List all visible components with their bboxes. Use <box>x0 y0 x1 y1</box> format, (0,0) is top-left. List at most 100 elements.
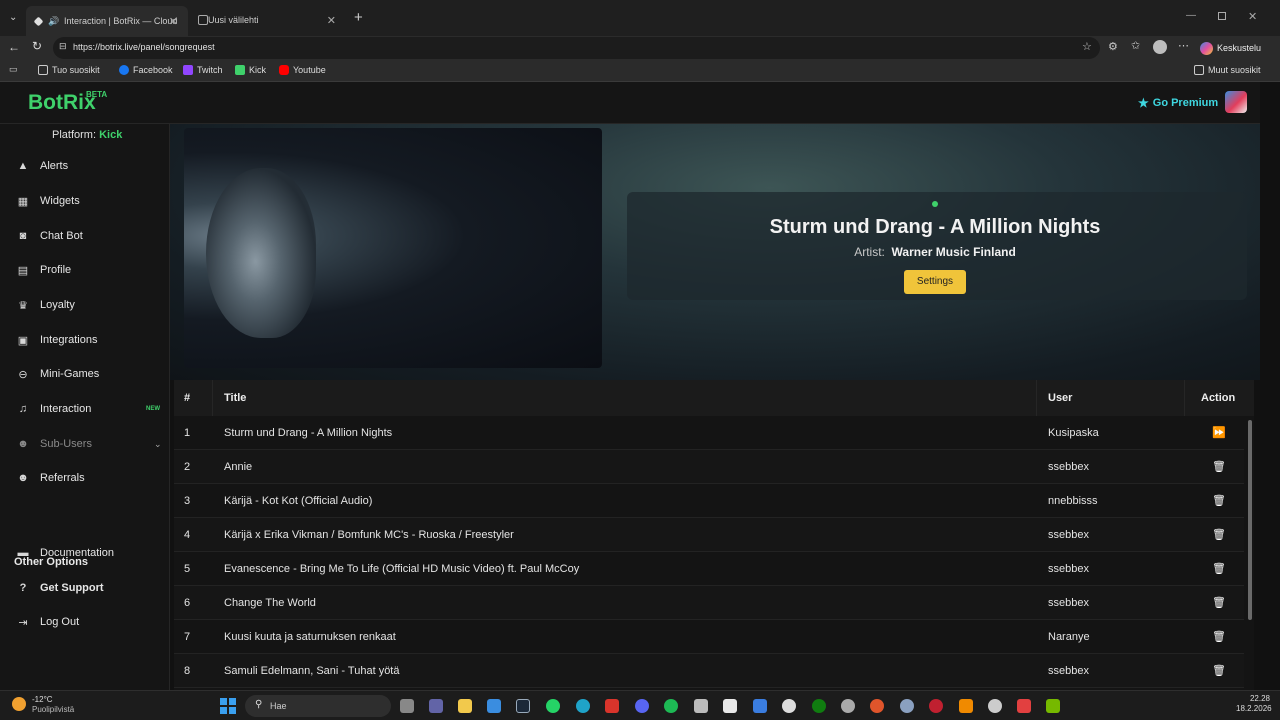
song-title: Sturm und Drang - A Million Nights <box>769 216 1101 238</box>
start-button[interactable] <box>220 698 236 714</box>
user-avatar[interactable] <box>1225 91 1247 113</box>
song-artist: Artist: Warner Music Finland <box>627 245 1243 259</box>
spotify-icon[interactable] <box>664 699 678 713</box>
beta-badge: BETA <box>86 90 108 99</box>
reload-icon[interactable]: ↻ <box>32 39 42 53</box>
trash-icon[interactable]: 🗑 <box>1212 528 1226 541</box>
tab-interaction[interactable]: 🔊 Interaction | BotRix — Cloud ✕ <box>26 6 188 36</box>
column-header-number: # <box>184 392 191 404</box>
notepad-icon[interactable] <box>723 699 737 713</box>
address-bar[interactable]: ⊟ https://botrix.live/panel/songrequest … <box>53 37 1100 59</box>
platform-indicator: Platform: Kick <box>52 129 122 141</box>
edge-icon[interactable] <box>576 699 590 713</box>
file-explorer-icon[interactable] <box>458 699 472 713</box>
extensions-icon[interactable]: ⚙ <box>1108 40 1118 53</box>
settings-button[interactable]: Settings <box>904 270 966 294</box>
app-circle-icon[interactable] <box>841 699 855 713</box>
close-tab-icon[interactable]: ✕ <box>169 15 178 28</box>
store-icon[interactable] <box>487 699 501 713</box>
close-window-button[interactable]: ✕ <box>1248 10 1257 23</box>
maximize-button[interactable] <box>1218 12 1226 20</box>
sidebar-item-loyalty[interactable]: ♛ Loyalty <box>14 294 164 316</box>
skip-forward-icon[interactable]: ⏩ <box>1212 426 1226 439</box>
bookmark-twitch[interactable]: Twitch <box>183 65 223 75</box>
trash-icon[interactable]: 🗑 <box>1212 596 1226 609</box>
sidebar-item-log-out[interactable]: ⇥ Log Out <box>14 611 164 633</box>
row-title: Kuusi kuuta ja saturnuksen renkaat <box>224 631 396 643</box>
kick-icon <box>235 65 245 75</box>
minimize-button[interactable]: — <box>1186 10 1196 21</box>
artist-name: Warner Music Finland <box>891 245 1016 259</box>
bookmark-import[interactable]: Tuo suosikit <box>38 65 100 75</box>
teams-icon[interactable] <box>429 699 443 713</box>
sidebar-item-chat-bot[interactable]: ◙ Chat Bot <box>14 225 164 247</box>
app-flag-icon[interactable] <box>1017 699 1031 713</box>
trash-icon[interactable]: 🗑 <box>1212 562 1226 575</box>
bookmark-youtube[interactable]: Youtube <box>279 65 326 75</box>
sidebar-item-sub-users[interactable]: ☻ Sub-Users ⌄ <box>14 433 164 455</box>
app-blue-icon[interactable] <box>753 699 767 713</box>
whatsapp-icon[interactable] <box>546 699 560 713</box>
folder-icon <box>38 65 48 75</box>
sidebar-item-referrals[interactable]: ☻ Referrals <box>14 467 164 489</box>
obs-icon[interactable] <box>782 699 796 713</box>
sidebar-item-get-support[interactable]: ? Get Support <box>14 577 164 599</box>
new-tab-button[interactable]: + <box>354 9 363 26</box>
sidebar-item-profile[interactable]: ▤ Profile <box>14 259 164 281</box>
sidebar-item-alerts[interactable]: ▲ Alerts <box>14 155 164 177</box>
taskbar-search[interactable]: ⚲ Hae <box>245 695 391 717</box>
table-scrollbar[interactable] <box>1248 420 1252 620</box>
close-tab-icon[interactable]: ✕ <box>327 14 336 27</box>
app-red-icon[interactable] <box>929 699 943 713</box>
new-badge: NEW <box>146 406 160 412</box>
sidebar-item-documentation[interactable]: ▬ Documentation <box>14 542 164 564</box>
task-view-icon[interactable] <box>400 699 414 713</box>
video-player[interactable] <box>184 128 602 368</box>
date: 18.2.2026 <box>1236 704 1272 713</box>
trash-icon[interactable]: 🗑 <box>1212 664 1226 677</box>
vlc-icon[interactable] <box>959 699 973 713</box>
tab-new[interactable]: Uusi välilehti ✕ <box>188 8 346 32</box>
trash-icon[interactable]: 🗑 <box>1212 460 1226 473</box>
go-premium-link[interactable]: ★ Go Premium <box>1138 96 1218 110</box>
sidebar-item-widgets[interactable]: ▦ Widgets <box>14 190 164 212</box>
xbox-icon[interactable] <box>812 699 826 713</box>
favorites-icon[interactable]: ✩ <box>1131 39 1140 52</box>
sidebar-item-integrations[interactable]: ▣ Integrations <box>14 329 164 351</box>
row-title: Annie <box>224 461 253 473</box>
app-g-icon[interactable] <box>694 699 708 713</box>
back-arrow-icon[interactable]: ← <box>8 40 20 54</box>
tab-list-chevron-icon[interactable]: ⌄ <box>9 12 17 23</box>
facebook-icon <box>119 65 129 75</box>
platform-value: Kick <box>99 129 123 141</box>
song-queue-table: # Title User Action 1 Sturm und Drang - … <box>174 380 1254 690</box>
trash-icon[interactable]: 🗑 <box>1212 494 1226 507</box>
copilot-button[interactable]: Keskustelu <box>1200 39 1261 57</box>
favorite-star-icon[interactable]: ☆ <box>1082 40 1092 53</box>
discord-icon[interactable] <box>635 699 649 713</box>
trash-icon[interactable]: 🗑 <box>1212 630 1226 643</box>
profile-avatar-icon[interactable] <box>1153 40 1167 54</box>
app-badge-icon[interactable] <box>988 699 1002 713</box>
sidebar-item-mini-games[interactable]: ⊖ Mini-Games <box>14 363 164 385</box>
app-l-icon[interactable] <box>605 699 619 713</box>
settings-gear-icon[interactable] <box>900 699 914 713</box>
sidebar-item-label: Referrals <box>40 472 85 484</box>
column-divider <box>212 380 213 416</box>
row-number: 8 <box>184 665 191 677</box>
steam-icon[interactable] <box>516 699 530 713</box>
bookmark-other[interactable]: Muut suosikit <box>1194 65 1261 75</box>
bookmark-facebook[interactable]: Facebook <box>119 65 173 75</box>
windows-logo-tile <box>229 707 236 714</box>
sidebar-toggle-icon[interactable]: ▭ <box>9 64 18 75</box>
bookmark-kick[interactable]: Kick <box>235 65 266 75</box>
nvidia-icon[interactable] <box>1046 699 1060 713</box>
row-number: 2 <box>184 461 191 473</box>
system-clock[interactable]: 22.28 18.2.2026 <box>1236 694 1272 714</box>
music-icon: ♫ <box>18 403 28 415</box>
app-orange-icon[interactable] <box>870 699 884 713</box>
sidebar-item-interaction[interactable]: ♫ Interaction NEW <box>14 398 164 420</box>
windows-logo-tile <box>220 707 227 714</box>
site-info-icon[interactable]: ⊟ <box>59 41 67 52</box>
more-menu-icon[interactable]: ⋯ <box>1178 39 1189 52</box>
